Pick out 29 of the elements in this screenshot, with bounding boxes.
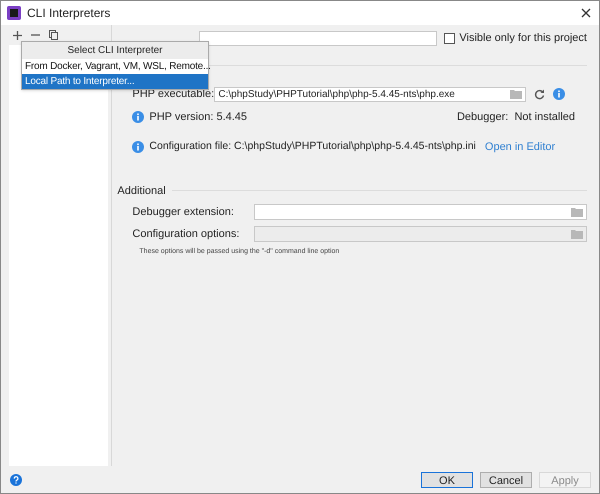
- app-logo-icon: [7, 6, 21, 20]
- copy-icon[interactable]: [49, 30, 58, 40]
- folder-icon: [571, 228, 583, 239]
- php-executable-field[interactable]: C:\phpStudy\PHPTutorial\php\php-5.4.45-nts\php.exe: [214, 86, 526, 102]
- dialog-button: Apply: [539, 472, 591, 488]
- info-icon[interactable]: [553, 88, 566, 100]
- info-icon: [132, 110, 144, 123]
- refresh-icon[interactable]: [534, 88, 546, 100]
- info-icon: [132, 141, 144, 154]
- menu-item[interactable]: From Docker, Vagrant, VM, WSL, Remote...: [22, 59, 208, 74]
- help-icon[interactable]: [10, 474, 22, 486]
- field-label: Debugger extension:: [132, 205, 235, 220]
- checkbox[interactable]: [444, 32, 456, 44]
- window-title: CLI Interpreters: [27, 5, 110, 22]
- config-file-text: Configuration file: C:\phpStudy\PHPTutorial\php\php-5.4.45-nts\php.ini: [149, 139, 476, 154]
- name-field[interactable]: [199, 30, 438, 46]
- section-title: Additional: [117, 184, 166, 198]
- php-version-text: PHP version: 5.4.45: [149, 110, 248, 124]
- open-in-editor-link[interactable]: Open in Editor: [484, 139, 556, 156]
- close-icon[interactable]: [581, 8, 591, 18]
- checkbox-label: Visible only for this project: [459, 30, 587, 46]
- input-field[interactable]: [254, 204, 587, 220]
- popup-title: Select CLI Interpreter: [22, 42, 208, 59]
- dialog-button[interactable]: Cancel: [480, 472, 532, 488]
- field-label: Configuration options:: [132, 226, 240, 242]
- dialog-button[interactable]: OK: [421, 472, 473, 488]
- menu-item[interactable]: Local Path to Interpreter...: [22, 74, 208, 89]
- add-icon[interactable]: [13, 30, 22, 40]
- debugger-status-text: Debugger: Not installed: [456, 110, 575, 124]
